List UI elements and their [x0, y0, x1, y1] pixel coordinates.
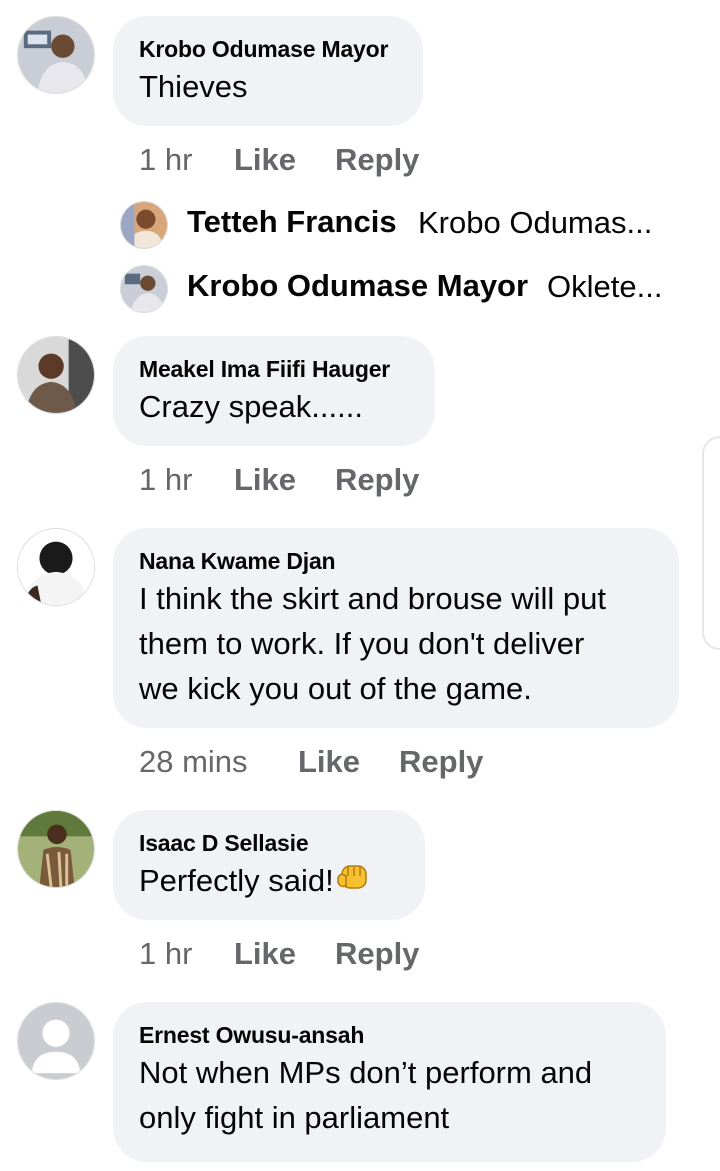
comment-author[interactable]: Krobo Odumase Mayor [139, 36, 397, 62]
avatar[interactable] [17, 1002, 95, 1080]
comment-text: I think the skirt and brouse will put th… [139, 576, 653, 711]
comment-bubble: Ernest Owusu-ansah Not when MPs don’t pe… [113, 1002, 666, 1162]
comment-text: Perfectly said! [139, 858, 399, 906]
scroll-handle[interactable] [702, 436, 720, 650]
comment-bubble: Nana Kwame Djan I think the skirt and br… [113, 528, 679, 728]
comment-actions: 1 hr Like Reply [139, 936, 419, 972]
timestamp[interactable]: 28 mins [139, 744, 248, 779]
like-button[interactable]: Like [234, 462, 296, 498]
avatar[interactable] [17, 16, 95, 94]
timestamp[interactable]: 1 hr [139, 462, 192, 497]
comment-actions: 1 hr Like Reply [139, 462, 419, 498]
like-button[interactable]: Like [298, 744, 360, 780]
comment-text-line: only fight in parliament [139, 1100, 450, 1135]
comment-text-line: them to work. If you don't deliver [139, 626, 585, 661]
comment-actions: 28 mins Like Reply [139, 744, 483, 780]
comment-author[interactable]: Ernest Owusu-ansah [139, 1022, 640, 1048]
comment-author[interactable]: Isaac D Sellasie [139, 830, 399, 856]
avatar[interactable] [17, 528, 95, 606]
reply-button[interactable]: Reply [399, 744, 483, 780]
avatar[interactable] [17, 336, 95, 414]
comment-text-line: Not when MPs don’t perform and [139, 1055, 593, 1090]
comment-author[interactable]: Meakel Ima Fiifi Hauger [139, 356, 409, 382]
comment-bubble: Isaac D Sellasie Perfectly said! [113, 810, 425, 920]
reply-button[interactable]: Reply [335, 462, 419, 498]
reply-button[interactable]: Reply [335, 936, 419, 972]
reply-author[interactable]: Krobo Odumase Mayor [187, 268, 528, 304]
fist-emoji [336, 861, 370, 906]
comment-text-content: Perfectly said! [139, 863, 334, 898]
comment-text: Thieves [139, 69, 248, 104]
like-button[interactable]: Like [234, 142, 296, 178]
avatar [120, 201, 168, 249]
reply-button[interactable]: Reply [335, 142, 419, 178]
avatar [120, 265, 168, 313]
comment-text-line: we kick you out of the game. [139, 671, 532, 706]
timestamp[interactable]: 1 hr [139, 142, 192, 177]
comment-text: Not when MPs don’t perform and only figh… [139, 1050, 640, 1140]
reply-author[interactable]: Tetteh Francis [187, 204, 397, 240]
comment-text-line: I think the skirt and brouse will put [139, 581, 606, 616]
comment-actions: 1 hr Like Reply [139, 142, 419, 178]
timestamp[interactable]: 1 hr [139, 936, 192, 971]
comment-bubble: Krobo Odumase Mayor Thieves [113, 16, 423, 126]
like-button[interactable]: Like [234, 936, 296, 972]
reply-text: Oklete... [547, 269, 663, 304]
avatar[interactable] [17, 810, 95, 888]
comment-text: Crazy speak...... [139, 389, 363, 424]
reply-preview[interactable]: Krobo Odumase Mayor Oklete... [120, 265, 680, 313]
reply-preview[interactable]: Tetteh Francis Krobo Odumas... [120, 201, 680, 249]
reply-text: Krobo Odumas... [418, 205, 653, 240]
comment-bubble: Meakel Ima Fiifi Hauger Crazy speak.....… [113, 336, 435, 446]
comment-author[interactable]: Nana Kwame Djan [139, 548, 653, 574]
